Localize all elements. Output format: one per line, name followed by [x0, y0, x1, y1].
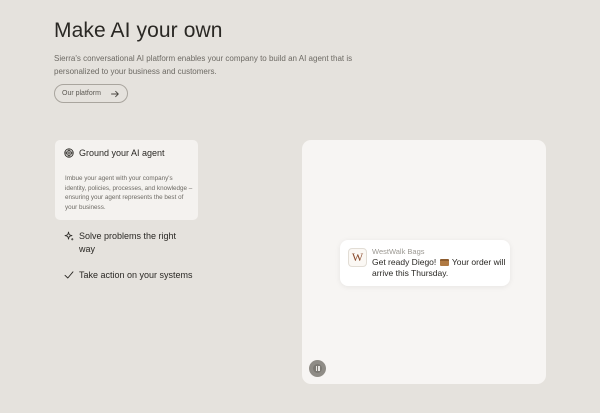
notification-message: Get ready Diego! Your order will arrive … — [372, 257, 506, 278]
pause-icon — [313, 364, 322, 373]
feature-ground-agent[interactable]: Ground your AI agent Imbue your agent wi… — [55, 140, 198, 220]
arrow-right-icon — [111, 90, 119, 98]
feature-take-action[interactable]: Take action on your systems — [64, 269, 194, 295]
pause-button[interactable] — [309, 360, 326, 377]
our-platform-button[interactable]: Our platform — [54, 84, 128, 103]
feature-description: Imbue your agent with your company's ide… — [65, 175, 193, 211]
checkmark-icon — [64, 271, 74, 279]
page-title: Make AI your own — [54, 19, 223, 42]
package-emoji-icon — [439, 259, 449, 266]
brand-name: WestWalk Bags — [372, 247, 425, 256]
notification-bubble: W WestWalk Bags Get ready Diego! Your or… — [340, 240, 510, 286]
target-icon — [64, 148, 74, 158]
page: Make AI your own Sierra's conversational… — [0, 0, 600, 413]
sparkle-icon — [64, 231, 74, 241]
feature-title: Take action on your systems — [79, 270, 193, 280]
brand-logo: W — [348, 248, 367, 267]
chat-demo-panel: W WestWalk Bags Get ready Diego! Your or… — [302, 140, 546, 384]
hero-subtitle: Sierra's conversational AI platform enab… — [54, 54, 353, 76]
our-platform-label: Our platform — [62, 90, 101, 97]
feature-title: Solve problems the right way — [79, 231, 177, 254]
feature-solve-problems[interactable]: Solve problems the right way — [64, 230, 194, 256]
feature-title: Ground your AI agent — [79, 148, 165, 158]
